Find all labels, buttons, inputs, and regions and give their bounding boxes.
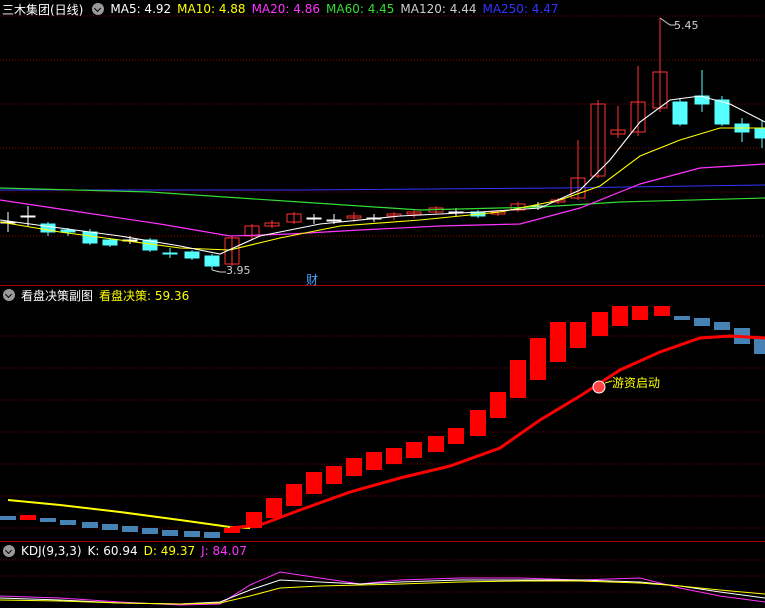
decision-block — [142, 528, 158, 534]
candle-body — [60, 229, 76, 233]
decision-block — [204, 532, 220, 538]
decision-label: 看盘决策: 59.36 — [99, 288, 190, 303]
low-price-label: 3.95 — [226, 264, 251, 277]
decision-block — [346, 458, 362, 476]
decision-block — [266, 498, 282, 518]
kdj-k-label: K: 60.94 — [87, 544, 138, 558]
ma250-label: MA250: 4.47 — [482, 2, 559, 16]
decision-block — [470, 410, 486, 436]
ma20-line — [0, 163, 765, 237]
stock-chart-window: 三木集团(日线) MA5: 4.92 MA10: 4.88 MA20: 4.86… — [0, 0, 765, 608]
ma60-label: MA60: 4.45 — [326, 2, 395, 16]
candle-body — [20, 215, 36, 218]
hot-money-icon — [592, 380, 606, 394]
candle-body — [102, 239, 118, 246]
sub-panel-header: 看盘决策副图 看盘决策: 59.36 — [0, 286, 195, 304]
annotation-pointer — [604, 380, 613, 384]
ma120-label: MA120: 4.44 — [400, 2, 477, 16]
chart-canvas[interactable] — [0, 0, 765, 608]
kdj-d-label: D: 49.37 — [143, 544, 196, 558]
ma60-line — [0, 187, 765, 211]
candle-body — [672, 101, 688, 125]
kdj-title[interactable]: KDJ(9,3,3) — [21, 544, 82, 558]
decision-block — [406, 442, 422, 458]
candle-body — [326, 219, 342, 222]
chevron-down-icon[interactable] — [3, 289, 15, 301]
high-price-label: 5.45 — [674, 19, 699, 32]
decision-block — [714, 322, 730, 330]
decision-block — [40, 518, 56, 522]
decision-block — [632, 306, 648, 320]
decision-block — [386, 448, 402, 464]
candle-body — [82, 231, 98, 244]
ma5-label: MA5: 4.92 — [110, 2, 172, 16]
kdj-j-line — [0, 571, 765, 606]
decision-block — [122, 526, 138, 532]
decision-block — [162, 530, 178, 536]
ma10-label: MA10: 4.88 — [177, 2, 246, 16]
decision-block — [510, 360, 526, 398]
stock-title[interactable]: 三木集团(日线) — [2, 1, 83, 18]
sub-panel-title[interactable]: 看盘决策副图 — [21, 287, 93, 304]
decision-block — [674, 316, 690, 320]
ma20-label: MA20: 4.86 — [251, 2, 320, 16]
candle-body — [162, 252, 178, 255]
chevron-down-icon[interactable] — [92, 3, 105, 15]
decision-block — [286, 484, 302, 506]
low-marker — [211, 269, 226, 273]
decision-block — [184, 531, 200, 537]
ma250-line — [0, 184, 765, 191]
decision-block — [20, 515, 36, 520]
decision-yellow-line — [7, 499, 251, 529]
decision-block — [326, 466, 342, 484]
decision-block — [102, 524, 118, 530]
kdj-panel-header: KDJ(9,3,3) K: 60.94 D: 49.37 J: 84.07 — [0, 542, 253, 560]
kdj-j-label: J: 84.07 — [201, 544, 247, 558]
decision-block — [754, 338, 765, 354]
hot-money-annotation: 游资启动 — [612, 376, 661, 390]
decision-block — [82, 522, 98, 528]
decision-block — [428, 436, 444, 452]
candle-body — [754, 127, 765, 139]
candle-body — [184, 251, 200, 259]
decision-block — [0, 516, 16, 520]
decision-block — [306, 472, 322, 494]
ma5-line — [0, 95, 765, 255]
candle-body — [306, 217, 322, 220]
decision-block — [60, 520, 76, 525]
chevron-down-icon[interactable] — [3, 545, 15, 557]
decision-block — [694, 318, 710, 326]
candle-body — [204, 255, 220, 267]
decision-block — [490, 392, 506, 418]
decision-block — [550, 322, 566, 362]
decision-block — [366, 452, 382, 470]
decision-block — [448, 428, 464, 444]
finance-marker[interactable]: 财 — [306, 271, 318, 288]
decision-block — [612, 306, 628, 326]
decision-block — [654, 306, 670, 316]
main-panel-header: 三木集团(日线) MA5: 4.92 MA10: 4.88 MA20: 4.86… — [0, 0, 565, 18]
decision-block — [530, 338, 546, 380]
candle-body — [694, 95, 710, 105]
decision-block — [570, 322, 586, 348]
decision-block — [592, 312, 608, 336]
